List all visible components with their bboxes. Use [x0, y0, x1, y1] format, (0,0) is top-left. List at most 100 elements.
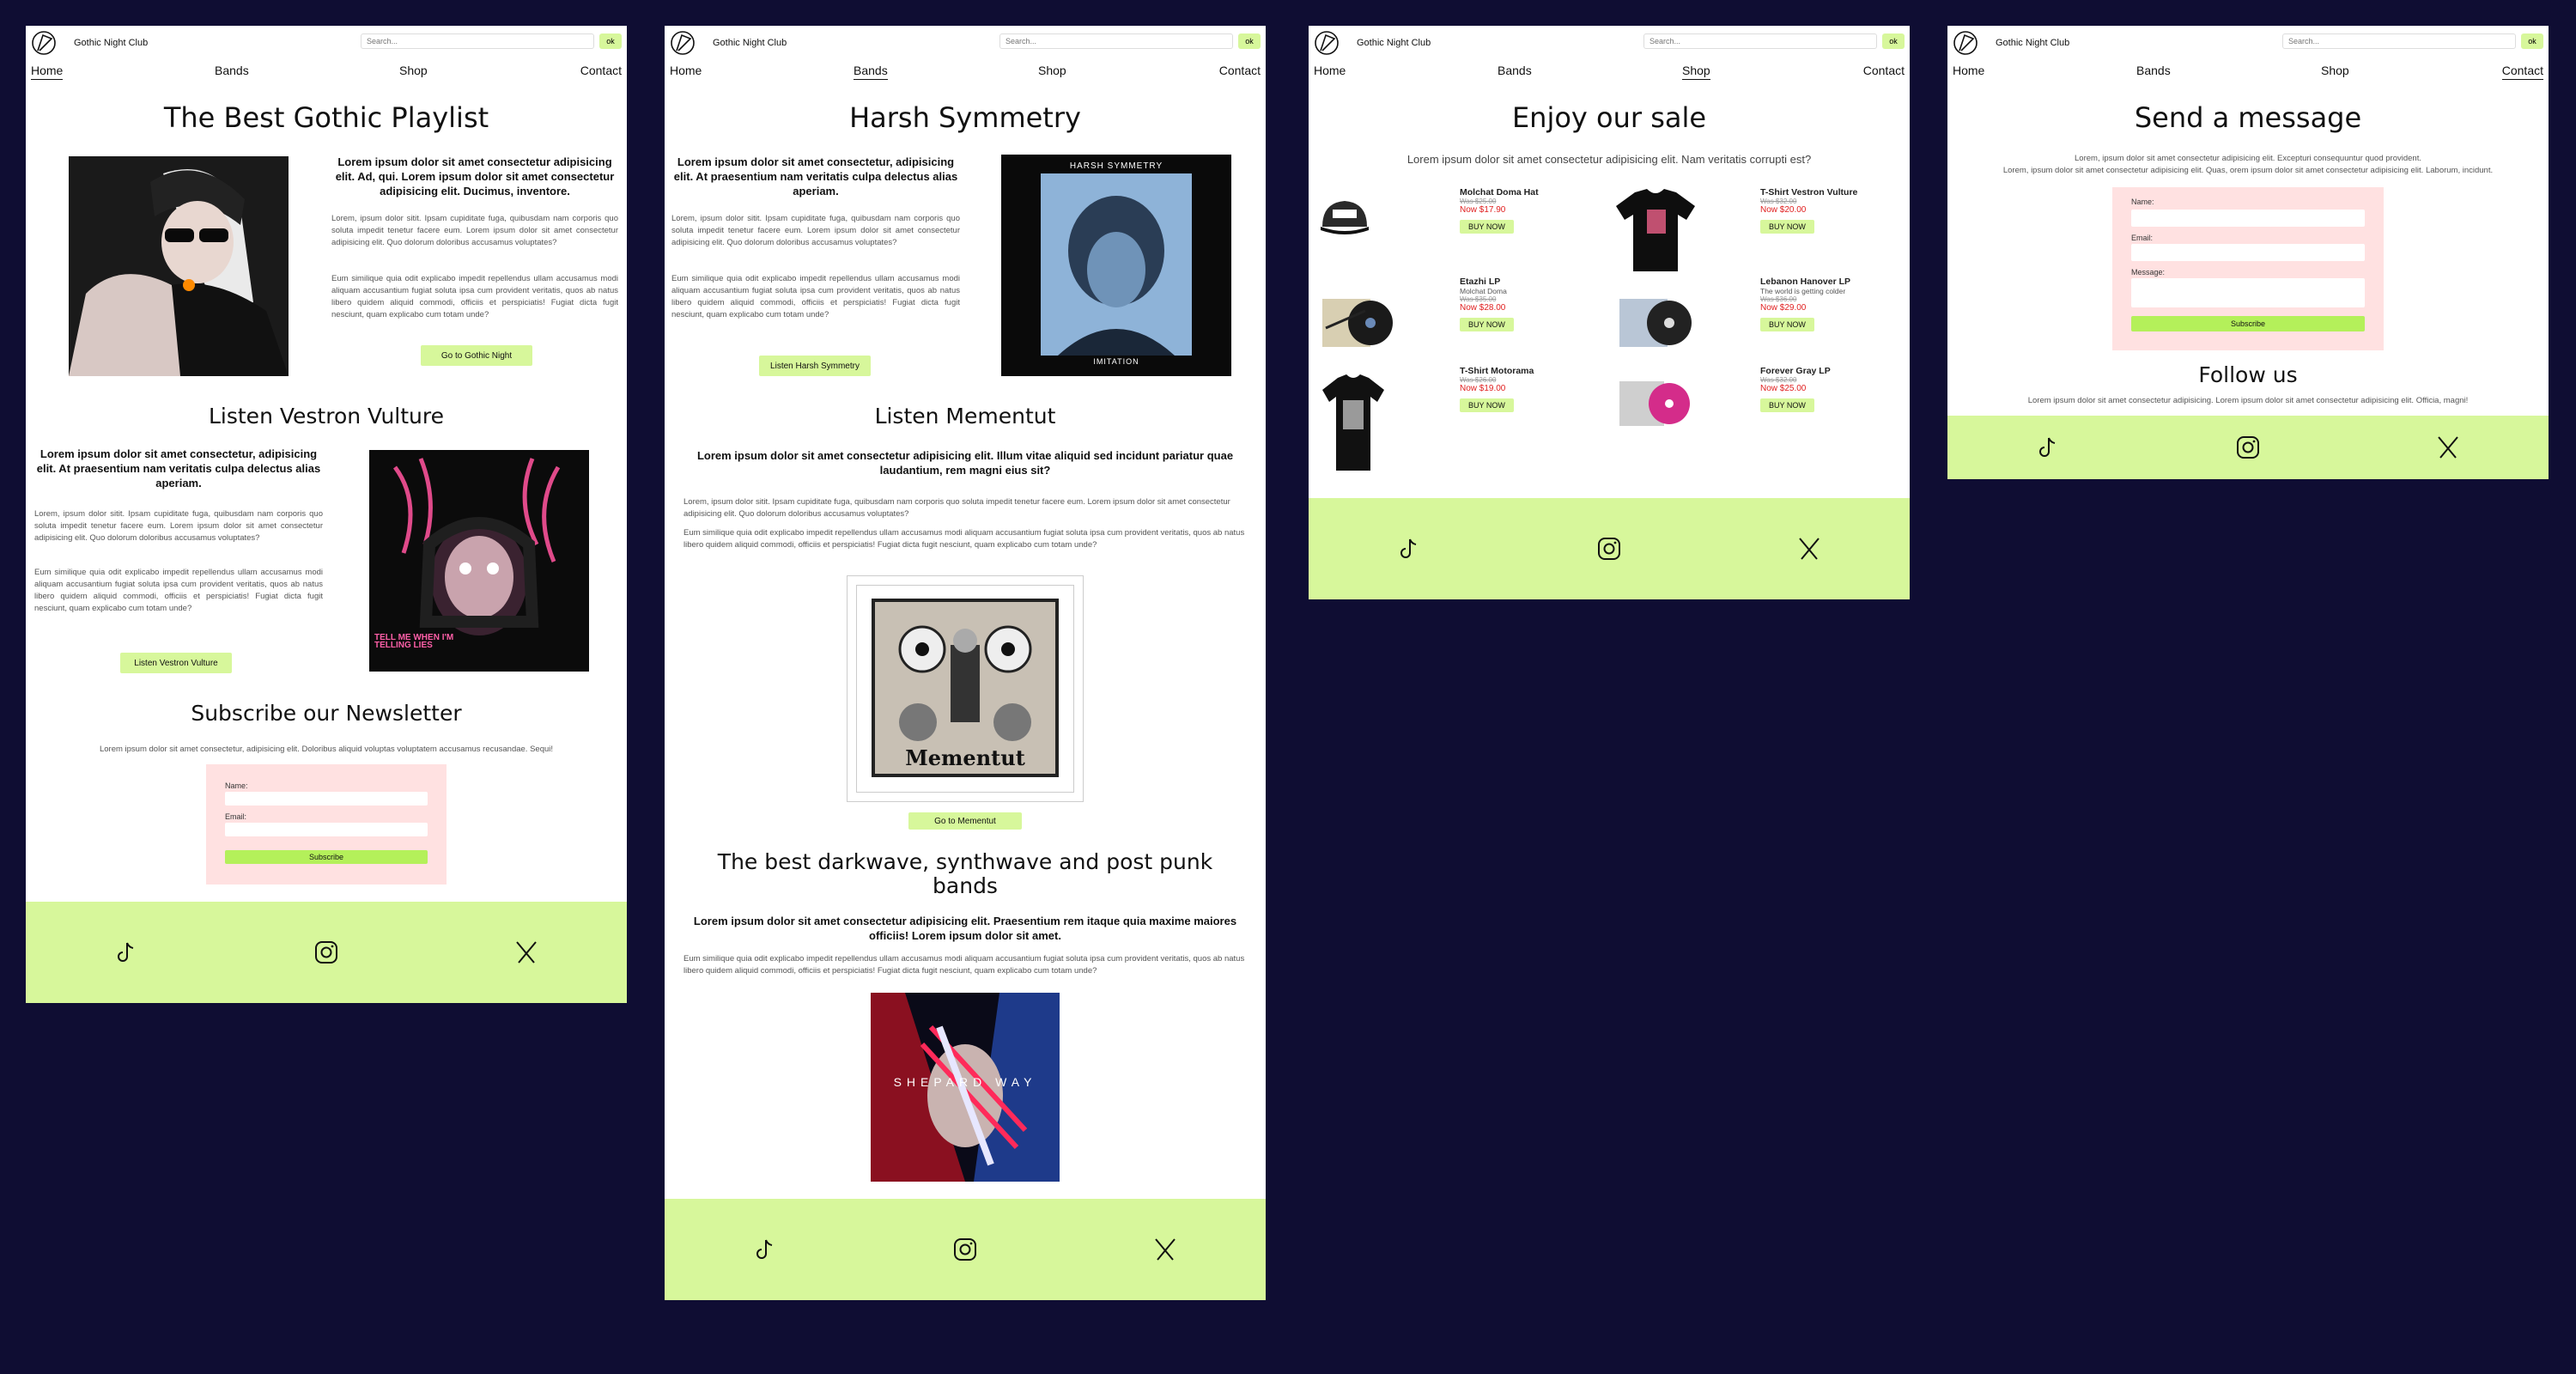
email-field[interactable] — [2131, 244, 2365, 261]
section-title: Listen Vestron Vulture — [208, 404, 444, 429]
x-twitter-icon[interactable] — [513, 939, 540, 966]
nav-contact[interactable]: Contact — [1863, 64, 1905, 79]
product-name: Lebanon Hanover LP — [1760, 277, 1851, 287]
buy-now-button[interactable]: BUY NOW — [1460, 318, 1514, 331]
old-price: Was $25.00 — [1460, 198, 1497, 205]
shop-page: Gothic Night Club ok Home Bands Shop Con… — [1309, 26, 1910, 599]
newsletter-form: Name: Email: Subscribe — [206, 764, 447, 885]
nav-bands[interactable]: Bands — [2136, 64, 2171, 79]
nav-bands[interactable]: Bands — [215, 64, 249, 79]
lead-text: Lorem ipsum dolor sit amet consectetur, … — [36, 447, 321, 489]
instagram-icon[interactable] — [951, 1236, 979, 1263]
product-card: T-Shirt Vestron Vulture Was $32.00 Now $… — [1760, 187, 1857, 234]
buy-now-button[interactable]: BUY NOW — [1760, 220, 1814, 234]
portrait-art — [1058, 196, 1175, 356]
site-header: Gothic Night Club ok — [665, 26, 1266, 60]
search-button[interactable]: ok — [1238, 33, 1261, 49]
message-field[interactable] — [2131, 278, 2365, 307]
buy-now-button[interactable]: BUY NOW — [1460, 220, 1514, 234]
go-to-gothic-night-button[interactable]: Go to Gothic Night — [421, 345, 532, 366]
instagram-icon[interactable] — [2234, 434, 2262, 461]
nav-shop[interactable]: Shop — [1038, 64, 1066, 79]
harsh-symmetry-cover: HARSH SYMMETRY IMITATION — [1001, 155, 1231, 376]
product-name: Molchat Doma Hat — [1460, 187, 1539, 198]
body-text: Eum similique quia odit explicabo impedi… — [683, 954, 1245, 976]
nav-shop[interactable]: Shop — [1682, 64, 1710, 80]
product-name: Etazhi LP — [1460, 277, 1501, 287]
subscribe-button[interactable]: Subscribe — [2131, 316, 2365, 331]
search-input[interactable] — [999, 33, 1233, 49]
hat-product-image — [1321, 201, 1369, 234]
gothic-logo-icon[interactable] — [1953, 30, 1978, 56]
message-label: Message: — [2131, 268, 2166, 277]
email-label: Email: — [2131, 234, 2154, 242]
tiktok-icon[interactable] — [112, 939, 140, 966]
nav-contact[interactable]: Contact — [2501, 64, 2543, 80]
gothic-logo-icon[interactable] — [31, 30, 57, 56]
x-twitter-icon[interactable] — [1151, 1236, 1179, 1263]
product-subtitle: The world is getting colder — [1760, 287, 1846, 295]
nav-home[interactable]: Home — [1314, 64, 1346, 79]
lead-text: Lorem ipsum dolor sit amet consectetur a… — [696, 449, 1234, 477]
nav-bands[interactable]: Bands — [854, 64, 888, 80]
buy-now-button[interactable]: BUY NOW — [1760, 318, 1814, 331]
tiktok-icon[interactable] — [2034, 434, 2062, 461]
search-button[interactable]: ok — [1882, 33, 1905, 49]
footer — [1947, 416, 2549, 479]
product-card: Lebanon Hanover LP The world is getting … — [1760, 277, 1850, 331]
newsletter-title: Subscribe our Newsletter — [191, 701, 462, 726]
search-input[interactable] — [1643, 33, 1877, 49]
nav-shop[interactable]: Shop — [2321, 64, 2349, 79]
search-button[interactable]: ok — [599, 33, 622, 49]
x-twitter-icon[interactable] — [1795, 535, 1823, 562]
section-title: Listen Mementut — [874, 404, 1056, 429]
buy-now-button[interactable]: BUY NOW — [1460, 398, 1514, 412]
nav-home[interactable]: Home — [670, 64, 702, 79]
tshirt-product-image — [1322, 374, 1384, 471]
follow-title: Follow us — [2198, 362, 2298, 387]
body-text: Eum similique quia odit explicabo impedi… — [671, 274, 960, 319]
old-price: Was $35.00 — [1460, 295, 1497, 303]
section-title: The best darkwave, synthwave and post pu… — [717, 849, 1213, 898]
name-field[interactable] — [225, 792, 428, 806]
instagram-icon[interactable] — [1595, 535, 1623, 562]
follow-text: Lorem ipsum dolor sit amet consectetur a… — [2027, 396, 2469, 405]
sale-price: Now $19.00 — [1460, 384, 1506, 393]
go-to-mementut-button[interactable]: Go to Mementut — [908, 812, 1022, 830]
sale-price: Now $25.00 — [1760, 384, 1807, 393]
nav-home[interactable]: Home — [31, 64, 64, 80]
x-twitter-icon[interactable] — [2434, 434, 2462, 461]
search-input[interactable] — [361, 33, 594, 49]
body-text: Eum similique quia odit explicabo impedi… — [34, 568, 323, 613]
home-page: Gothic Night Club ok Home Bands Shop Con… — [26, 26, 627, 1003]
listen-vestron-vulture-button[interactable]: Listen Vestron Vulture — [120, 653, 232, 673]
sale-price: Now $20.00 — [1760, 205, 1807, 215]
name-field[interactable] — [2131, 210, 2365, 227]
instagram-icon[interactable] — [313, 939, 340, 966]
brand-name: Gothic Night Club — [74, 38, 149, 48]
shop-subtitle: Lorem ipsum dolor sit amet consectetur a… — [1406, 153, 1812, 166]
gothic-logo-icon[interactable] — [670, 30, 696, 56]
bands-page: Gothic Night Club ok Home Bands Shop Con… — [665, 26, 1266, 1300]
gothic-logo-icon[interactable] — [1314, 30, 1340, 56]
nav-shop[interactable]: Shop — [399, 64, 428, 79]
search-button[interactable]: ok — [2521, 33, 2543, 49]
buy-now-button[interactable]: BUY NOW — [1760, 398, 1814, 412]
page-title: The Best Gothic Playlist — [163, 101, 489, 134]
email-field[interactable] — [225, 823, 428, 836]
tiktok-icon[interactable] — [751, 1236, 779, 1263]
listen-harsh-symmetry-button[interactable]: Listen Harsh Symmetry — [759, 356, 871, 376]
tiktok-icon[interactable] — [1395, 535, 1423, 562]
body-text: Lorem, ipsum dolor sitit. Ipsam cupidita… — [34, 509, 323, 543]
search-input[interactable] — [2282, 33, 2516, 49]
nav-contact[interactable]: Contact — [1219, 64, 1261, 79]
name-label: Name: — [2131, 198, 2154, 206]
footer — [665, 1199, 1266, 1300]
nav-bands[interactable]: Bands — [1498, 64, 1532, 79]
sale-price: Now $28.00 — [1460, 303, 1506, 313]
product-card: T-Shirt Motorama Was $26.00 Now $19.00 B… — [1460, 366, 1534, 412]
subscribe-button[interactable]: Subscribe — [225, 850, 428, 864]
contact-form: Name: Email: Message: Subscribe — [2112, 187, 2384, 350]
nav-home[interactable]: Home — [1953, 64, 1984, 79]
nav-contact[interactable]: Contact — [580, 64, 622, 79]
